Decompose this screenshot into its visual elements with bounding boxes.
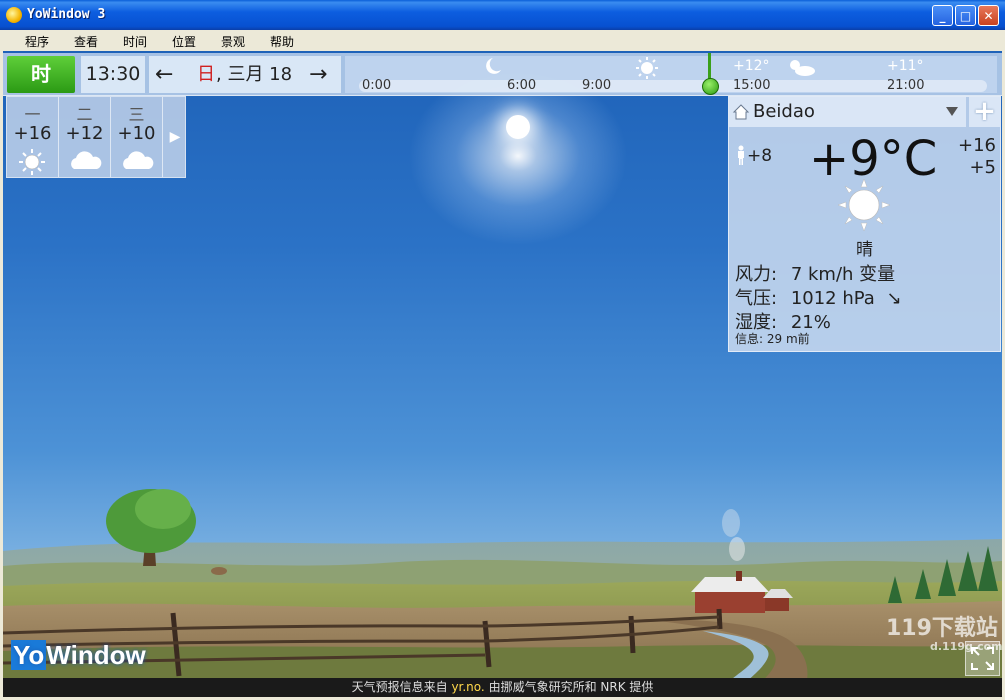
- pressure-trend-icon: ↘: [886, 288, 902, 309]
- pressure-row: 气压: 1012 hPa ↘: [735, 284, 902, 310]
- forecast-day-temp: +16: [13, 123, 52, 144]
- timeline-slider[interactable]: 0:00 6:00 9:00 15:00 21:00 +12° +11°: [345, 53, 997, 95]
- status-bar: 天气预报信息来自 yr.no. 由挪威气象研究所和 NRK 提供: [3, 678, 1002, 697]
- current-time[interactable]: 13:30: [81, 56, 145, 93]
- status-suffix: 由挪威气象研究所和 NRK 提供: [484, 680, 654, 694]
- wind-row: 风力: 7 km/h 变量: [735, 260, 895, 286]
- app-window: YoWindow 3 _ □ ✕ 程序 查看 时间 位置 景观 帮助 时 13:…: [0, 0, 1005, 700]
- logo-window: Window: [46, 640, 146, 670]
- minimize-button[interactable]: _: [932, 5, 953, 26]
- time-toolbar: 时 13:30 ← 日 , 三月 18 → 0:00 6:00 9:00 15:…: [3, 53, 1002, 96]
- location-name: Beidao: [753, 101, 815, 122]
- person-icon: [738, 145, 744, 165]
- next-day-button[interactable]: →: [309, 56, 327, 93]
- timeline-label: 6:00: [507, 78, 537, 93]
- current-weather-panel: Beidao + +8 +9°C +16 +5 晴 风力: 7 km/h 变量 …: [728, 96, 1001, 352]
- prev-day-button[interactable]: ←: [155, 56, 173, 93]
- status-prefix: 天气预报信息来自: [351, 680, 452, 694]
- forecast-day-name: 三: [128, 105, 145, 124]
- sun-icon: [636, 57, 658, 79]
- maximize-button[interactable]: □: [955, 5, 976, 26]
- home-icon: [732, 104, 750, 120]
- pressure-label: 气压:: [735, 288, 778, 309]
- wind-label: 风力:: [735, 264, 778, 285]
- moon-icon: [486, 58, 501, 74]
- menu-landscape[interactable]: 景观: [221, 33, 245, 50]
- timeline-knob[interactable]: [702, 78, 719, 95]
- yr-link[interactable]: yr.no.: [451, 680, 484, 694]
- window-title: YoWindow 3: [27, 7, 106, 22]
- timeline-label: 15:00: [733, 78, 771, 93]
- logo-yo: Yo: [11, 640, 47, 670]
- chevron-down-icon[interactable]: [945, 105, 959, 117]
- menu-view[interactable]: 查看: [74, 33, 98, 50]
- forecast-next-button[interactable]: ▶: [165, 97, 185, 177]
- sun-icon: [19, 149, 45, 175]
- forecast-day-temp: +12: [65, 123, 104, 144]
- date-day-of-week: 日: [197, 64, 215, 85]
- update-info: 信息: 29 m前: [735, 332, 810, 346]
- date-text: , 三月 18: [216, 64, 293, 85]
- date-navigator: ← 日 , 三月 18 →: [149, 56, 341, 93]
- forecast-strip: 一 +16 二 +12 三 +10 ▶: [6, 96, 186, 178]
- forecast-day[interactable]: 二 +12: [59, 97, 111, 177]
- high-temp: +16: [958, 135, 996, 156]
- yowindow-logo[interactable]: YoWindow: [11, 640, 146, 671]
- pressure-value: 1012 hPa: [790, 288, 875, 309]
- menu-help[interactable]: 帮助: [270, 33, 294, 50]
- watermark-main: 119下载站: [886, 616, 998, 641]
- cloud-icon: [123, 151, 154, 169]
- yowindow-app-icon[interactable]: [6, 7, 22, 23]
- timeline-label: 21:00: [887, 78, 925, 93]
- weather-scene: 时 13:30 ← 日 , 三月 18 → 0:00 6:00 9:00 15:…: [3, 51, 1002, 697]
- menu-location[interactable]: 位置: [172, 33, 196, 50]
- cloud-icon: [71, 151, 102, 169]
- title-bar[interactable]: YoWindow 3 _ □ ✕: [0, 0, 1005, 30]
- menu-time[interactable]: 时间: [123, 33, 147, 50]
- menu-bar: 程序 查看 时间 位置 景观 帮助: [3, 30, 1002, 52]
- low-temp: +5: [969, 157, 996, 178]
- forecast-day[interactable]: 一 +16: [7, 97, 59, 177]
- site-watermark: 119下载站 d.119g.com: [886, 610, 1003, 660]
- sun-icon: [838, 179, 890, 231]
- feels-like-temp: +8: [747, 146, 773, 166]
- timeline-label: 0:00: [362, 78, 392, 93]
- partly-cloudy-icon: [790, 60, 815, 76]
- add-location-button[interactable]: +: [969, 97, 1000, 127]
- timeline-temp: +11°: [887, 58, 924, 74]
- timeline-label: 9:00: [582, 78, 612, 93]
- close-button[interactable]: ✕: [978, 5, 999, 26]
- forecast-day[interactable]: 三 +10: [111, 97, 163, 177]
- location-selector[interactable]: Beidao: [729, 97, 966, 127]
- weather-condition: 晴: [856, 240, 873, 260]
- forecast-day-name: 一: [24, 105, 41, 124]
- wind-value: 7 km/h 变量: [790, 264, 896, 285]
- now-button[interactable]: 时: [7, 56, 75, 93]
- watermark-sub: d.119g.com: [930, 640, 1003, 653]
- menu-program[interactable]: 程序: [25, 33, 49, 50]
- timeline-temp: +12°: [733, 58, 770, 74]
- forecast-day-name: 二: [76, 105, 93, 124]
- forecast-day-temp: +10: [117, 123, 156, 144]
